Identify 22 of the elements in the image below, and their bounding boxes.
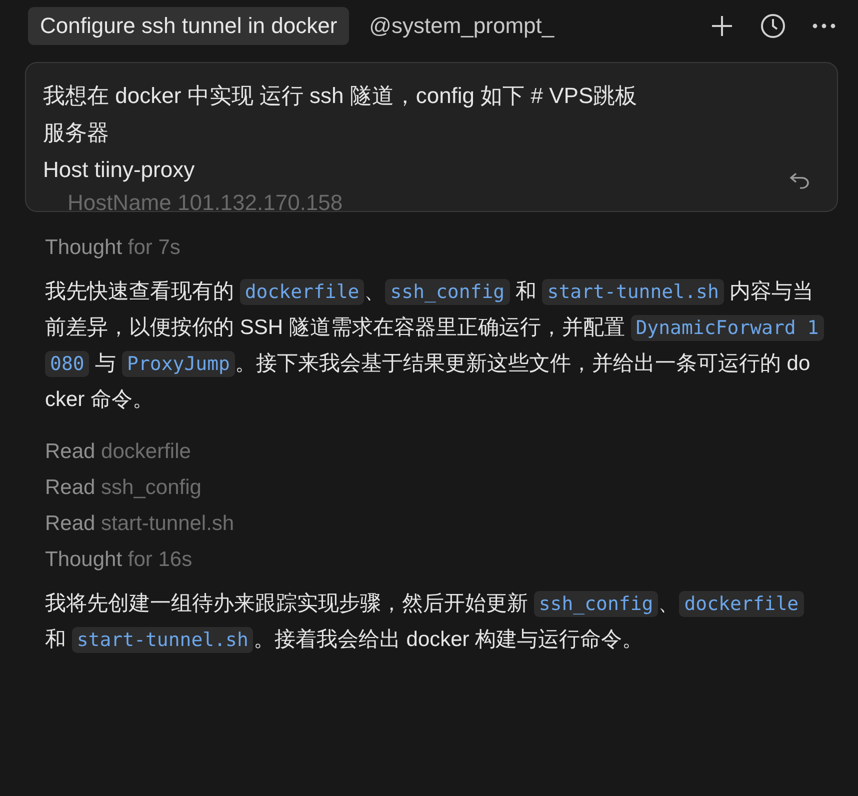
status-verb: Read xyxy=(45,440,96,463)
status-detail: ssh_config xyxy=(101,476,202,499)
prompt-line: Host tiiny-proxy xyxy=(43,156,196,184)
prompt-line: 我想在 docker 中实现 运行 ssh 隧道，config 如下 # VPS跳板 xyxy=(43,82,638,110)
prompt-box[interactable]: 我想在 docker 中实现 运行 ssh 隧道，config 如下 # VPS跳板 服务器 Host tiiny-proxy HostName 101.132.170.158 xyxy=(25,62,838,212)
status-verb: Thought xyxy=(45,548,122,571)
plus-icon[interactable] xyxy=(710,14,734,38)
chat-tab[interactable]: Configure ssh tunnel in docker xyxy=(28,7,350,45)
status-detail: start-tunnel.sh xyxy=(101,512,234,535)
status-verb: Read xyxy=(45,476,96,499)
clock-icon[interactable] xyxy=(760,13,786,39)
status-verb: Thought xyxy=(45,236,122,259)
chat-tab[interactable]: @system_prompt_ xyxy=(357,7,566,45)
message-paragraph: 我将先创建一组待办来跟踪实现步骤，然后开始更新 ssh_config 、 dockerfile 和 start-tunnel.sh 。接着我会给出 docker 构建与运行命令。 xyxy=(45,586,820,658)
prompt-line: HostName 101.132.170.158 xyxy=(66,189,344,211)
status-verb: Read xyxy=(45,512,96,535)
status-detail: dockerfile xyxy=(101,440,191,463)
status-detail: for 16s xyxy=(128,548,192,571)
prompt-line: 服务器 xyxy=(43,119,110,147)
undo-icon[interactable] xyxy=(789,171,811,191)
status-detail: for 7s xyxy=(128,236,180,259)
more-icon[interactable] xyxy=(812,23,836,29)
